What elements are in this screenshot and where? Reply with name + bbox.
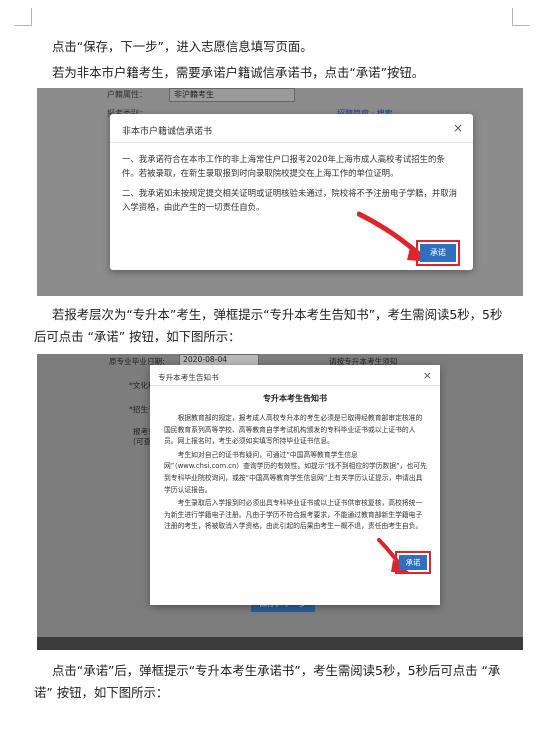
pledge-button[interactable]: 承诺 [420,244,456,262]
paragraph-text: 若为非本市户籍考生，需要承诺户籍诚信承诺书，点击“承诺”按钮。 [52,65,425,80]
page-corner-mark-right [512,8,530,26]
notice-paragraph-3: 考生录取后入学报到时必须出具专科毕业证书或以上证书供审核复核，高校将统一为新生进… [164,499,423,531]
highlight-box: 承诺 [395,551,431,574]
close-icon[interactable]: × [423,369,432,382]
screenshot-bottom-bar [37,637,523,650]
pledge-clause-1: 一、我承诺符合在本市工作的非上海常住户口报考2020年上海市成人高校考试招生的条… [122,154,445,178]
paragraph-upgrade-notice: 若报考层次为“专升本”考生，弹框提示“专升本考生告知书”，考生需阅读5秒，5秒后… [34,304,508,348]
paragraph-save-next: 点击“保存，下一步”，进入志愿信息填写页面。 [34,36,508,58]
dialog-title: 专升本考生告知书 [158,373,219,382]
dialog-divider [150,385,440,386]
pledge-button[interactable]: 承诺 [399,555,427,570]
page-corner-mark-left [14,8,32,26]
screenshot-household-pledge: 户籍属性： 非沪籍考生 报考类别： 招聘简章 · 搜索 非本市户籍诚信承诺书 ×… [37,88,523,296]
notice-heading: 专升本考生告知书 [263,394,327,403]
dialog-title: 非本市户籍诚信承诺书 [122,127,213,137]
notice-paragraph-1: 根据教育部的规定，报考成人高校专升本的考生必须是已取得经教育部审定核准的国民教育… [164,414,423,446]
paragraph-text: 点击“保存，下一步”，进入志愿信息填写页面。 [52,39,313,54]
screenshot-upgrade-notice: 原专业毕业日期: 2020-08-04 请按专升本考生须知 *文化程度 *招生专… [37,354,523,650]
paragraph-text: 若报考层次为“专升本”考生，弹框提示“专升本考生告知书”，考生需阅读5秒，5秒后… [34,307,503,344]
paragraph-upgrade-pledge: 点击“承诺”后，弹框提示“专升本考生承诺书”，考生需阅读5秒，5秒后可点击 “承… [34,660,508,704]
paragraph-text: 点击“承诺”后，弹框提示“专升本考生承诺书”，考生需阅读5秒，5秒后可点击 “承… [34,663,501,700]
dialog-divider [110,142,473,143]
bg-field-label: 户籍属性： [107,90,147,99]
close-icon[interactable]: × [453,121,463,135]
notice-body: 根据教育部的规定，报考成人高校专升本的考生必须是已取得经教育部审定核准的国民教育… [164,413,428,535]
bg-household-select[interactable]: 非沪籍考生 [169,88,295,102]
paragraph-non-local: 若为非本市户籍考生，需要承诺户籍诚信承诺书，点击“承诺”按钮。 [34,62,508,84]
highlight-box: 承诺 [416,240,460,266]
notice-paragraph-2: 考生如对自己的证书有疑问，可通过“中国高等教育学生信息网”（www.chsi.c… [164,450,427,494]
